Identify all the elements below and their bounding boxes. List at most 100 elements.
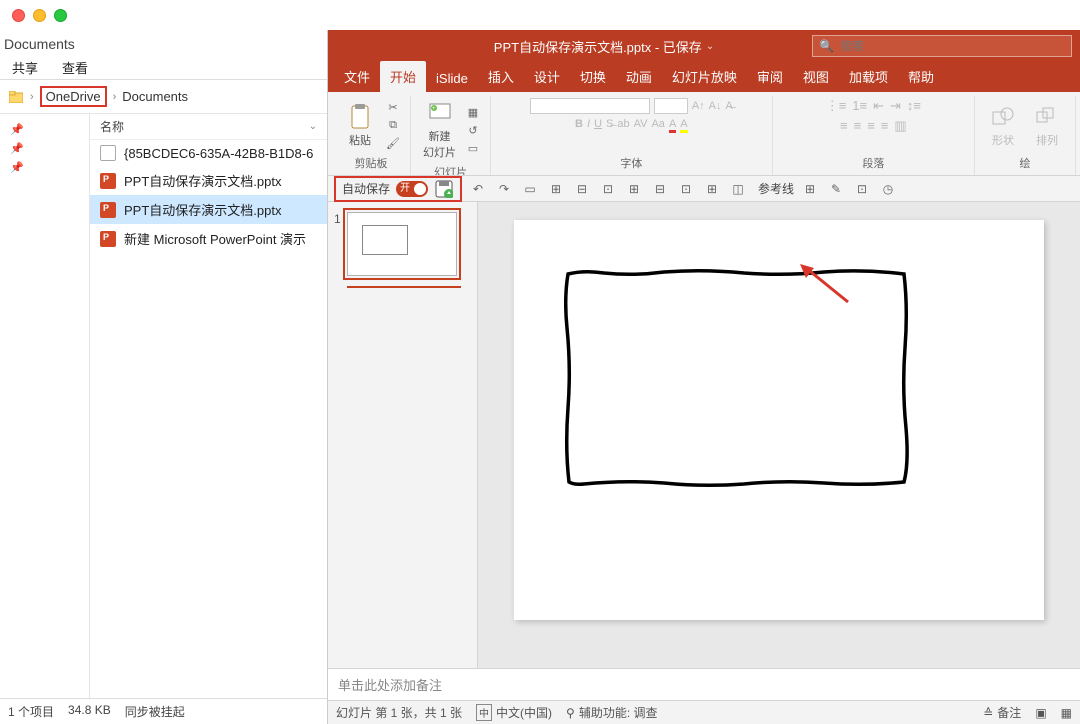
case-icon[interactable]: Aa [651,118,664,130]
indent-right-icon[interactable]: ⇥ [890,98,901,114]
minimize-icon[interactable] [33,9,46,22]
strikethrough-icon[interactable]: S̶ [606,118,613,130]
qat-icon[interactable]: ⊡ [598,179,618,199]
maximize-icon[interactable] [54,9,67,22]
font-family-select[interactable] [530,98,650,114]
status-size: 34.8 KB [68,703,111,720]
increase-font-icon[interactable]: A↑ [692,100,705,112]
qat-icon[interactable]: ⊟ [650,179,670,199]
arrange-button[interactable]: 排列 [1027,102,1067,150]
status-item-count: 1 个项目 [8,703,54,720]
align-center-icon[interactable]: ≡ [854,118,862,134]
qat-icon[interactable]: ⊟ [572,179,592,199]
tab-design[interactable]: 设计 [524,61,570,92]
cut-icon[interactable]: ✂ [384,100,402,116]
qat-icon[interactable]: ⊞ [702,179,722,199]
close-icon[interactable] [12,9,25,22]
qat-icon[interactable]: ⊡ [852,179,872,199]
group-slides: + 新建 幻灯片 ▦ ↺ ▭ 幻灯片 [411,96,491,175]
tab-help[interactable]: 帮助 [898,61,944,92]
traffic-lights [0,0,1080,30]
slideshow-icon[interactable]: ▭ [520,179,540,199]
qat-icon[interactable]: ◷ [878,179,898,199]
highlight-icon[interactable]: A [680,118,687,130]
layout-icon[interactable]: ▦ [464,104,482,120]
save-icon[interactable] [434,179,454,199]
slide-thumbnail[interactable] [347,212,457,276]
new-slide-button[interactable]: + 新建 幻灯片 [419,98,460,162]
tab-view[interactable]: 视图 [793,61,839,92]
tab-view[interactable]: 查看 [62,58,88,77]
copy-icon[interactable]: ⧉ [384,118,402,134]
decrease-font-icon[interactable]: A↓ [709,100,722,112]
chevron-down-icon[interactable]: ⌄ [706,41,714,52]
qat-icon[interactable]: ⊡ [676,179,696,199]
tab-animations[interactable]: 动画 [616,61,662,92]
tab-insert[interactable]: 插入 [478,61,524,92]
qat-icon[interactable]: ✎ [826,179,846,199]
status-language[interactable]: 中 中文(中国) [476,704,552,721]
undo-icon[interactable]: ↶ [468,179,488,199]
tab-share[interactable]: 共享 [12,58,38,77]
thumbnail-number: 1 [334,212,341,288]
reset-icon[interactable]: ↺ [464,122,482,138]
qat-icon[interactable]: ⊞ [546,179,566,199]
notes-pane[interactable]: 单击此处添加备注 [328,668,1080,700]
font-size-select[interactable] [654,98,688,114]
line-spacing-icon[interactable]: ↕≡ [907,98,921,114]
tab-slideshow[interactable]: 幻灯片放映 [662,61,747,92]
bullets-icon[interactable]: ⋮≡ [826,98,847,114]
clear-format-icon[interactable]: A̶ [726,100,733,112]
pin-icon[interactable]: 📌 [0,139,89,158]
slide[interactable] [514,220,1044,620]
section-icon[interactable]: ▭ [464,140,482,156]
shadow-icon[interactable]: ab [617,118,629,130]
font-color-icon[interactable]: A [669,118,676,130]
qat-icon[interactable]: ⊞ [624,179,644,199]
list-item[interactable]: 新建 Microsoft PowerPoint 演示 [90,224,327,253]
tab-file[interactable]: 文件 [334,61,380,92]
guides-label[interactable]: 参考线 [758,180,794,197]
pin-icon[interactable]: 📌 [0,158,89,177]
format-painter-icon[interactable]: 🖌 [384,136,402,152]
italic-icon[interactable]: I [587,118,590,130]
search-input[interactable] [840,39,1065,53]
status-accessibility[interactable]: ⚲ 辅助功能: 调查 [566,704,657,721]
view-sorter-icon[interactable]: ▦ [1061,706,1072,720]
columns-icon[interactable]: ▥ [894,118,906,134]
align-left-icon[interactable]: ≡ [840,118,848,134]
tab-transitions[interactable]: 切换 [570,61,616,92]
tab-review[interactable]: 审阅 [747,61,793,92]
paste-button[interactable]: 粘贴 [340,102,380,150]
powerpoint-window: PPT自动保存演示文档.pptx - 已保存 ⌄ 🔍 文件 开始 iSlide … [328,30,1080,724]
underline-icon[interactable]: U [594,118,602,130]
qat-icon[interactable]: ◫ [728,179,748,199]
notes-button[interactable]: ≙ 备注 [983,704,1021,721]
autosave-toggle[interactable]: 开 [396,181,428,197]
slide-canvas[interactable] [478,202,1080,668]
list-item[interactable]: PPT自动保存演示文档.pptx [90,166,327,195]
align-right-icon[interactable]: ≡ [867,118,875,134]
paste-label: 粘贴 [349,132,371,148]
qat-icon[interactable]: ⊞ [800,179,820,199]
view-normal-icon[interactable]: ▣ [1035,706,1046,720]
breadcrumb-onedrive[interactable]: OneDrive [40,86,107,107]
tab-addins[interactable]: 加载项 [839,61,898,92]
ribbon: 粘贴 ✂ ⧉ 🖌 剪贴板 + 新建 幻灯片 [328,92,1080,176]
list-item[interactable]: PPT自动保存演示文档.pptx [90,195,327,224]
list-item[interactable]: {85BCDEC6-635A-42B8-B1D8-6 [90,140,327,166]
shapes-button[interactable]: 形状 [983,102,1023,150]
spacing-icon[interactable]: AV [634,118,648,130]
chevron-right-icon: › [113,91,117,103]
breadcrumb-documents[interactable]: Documents [122,89,188,104]
column-header-name[interactable]: 名称 ⌄ [90,114,327,140]
pin-icon[interactable]: 📌 [0,120,89,139]
redo-icon[interactable]: ↷ [494,179,514,199]
numbering-icon[interactable]: 1≡ [852,98,867,114]
tab-islide[interactable]: iSlide [426,65,478,92]
search-box[interactable]: 🔍 [812,35,1072,57]
tab-home[interactable]: 开始 [380,61,426,92]
justify-icon[interactable]: ≡ [881,118,889,134]
indent-left-icon[interactable]: ⇤ [873,98,884,114]
bold-icon[interactable]: B [575,118,583,130]
